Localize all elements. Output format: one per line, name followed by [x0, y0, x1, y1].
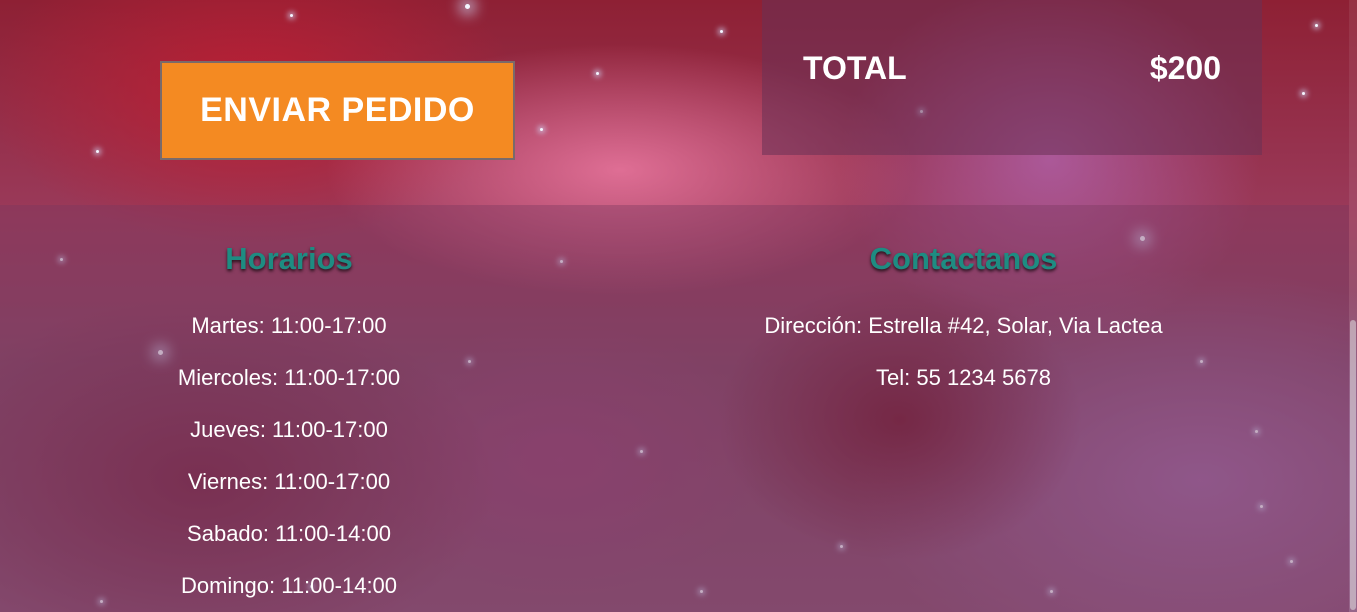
- hours-line: Miercoles: 11:00-17:00: [177, 365, 401, 390]
- scrollbar-thumb[interactable]: [1350, 320, 1356, 610]
- order-total-panel: TOTAL $200: [762, 0, 1262, 155]
- contact-phone[interactable]: Tel: 55 1234 5678: [740, 365, 1187, 391]
- hours-line: Sabado: 11:00-14:00: [187, 521, 391, 546]
- contact-title: Contactanos: [869, 241, 1058, 276]
- contact-address: Dirección: Estrella #42, Solar, Via Lact…: [764, 313, 1163, 338]
- total-amount: $200: [1149, 50, 1221, 86]
- hours-line: Domingo: 11:00-14:00: [180, 573, 398, 598]
- send-order-button[interactable]: ENVIAR PEDIDO: [160, 61, 515, 160]
- total-label: TOTAL: [803, 50, 907, 86]
- hours-line: Jueves: 11:00-17:00: [190, 417, 388, 442]
- scrollbar-track[interactable]: [1349, 0, 1357, 612]
- footer: Horarios Martes: 11:00-17:00 Miercoles: …: [0, 205, 1349, 612]
- hours-line: Viernes: 11:00-17:00: [187, 469, 391, 494]
- hours-line: Martes: 11:00-17:00: [191, 313, 387, 338]
- hours-title: Horarios: [225, 241, 353, 276]
